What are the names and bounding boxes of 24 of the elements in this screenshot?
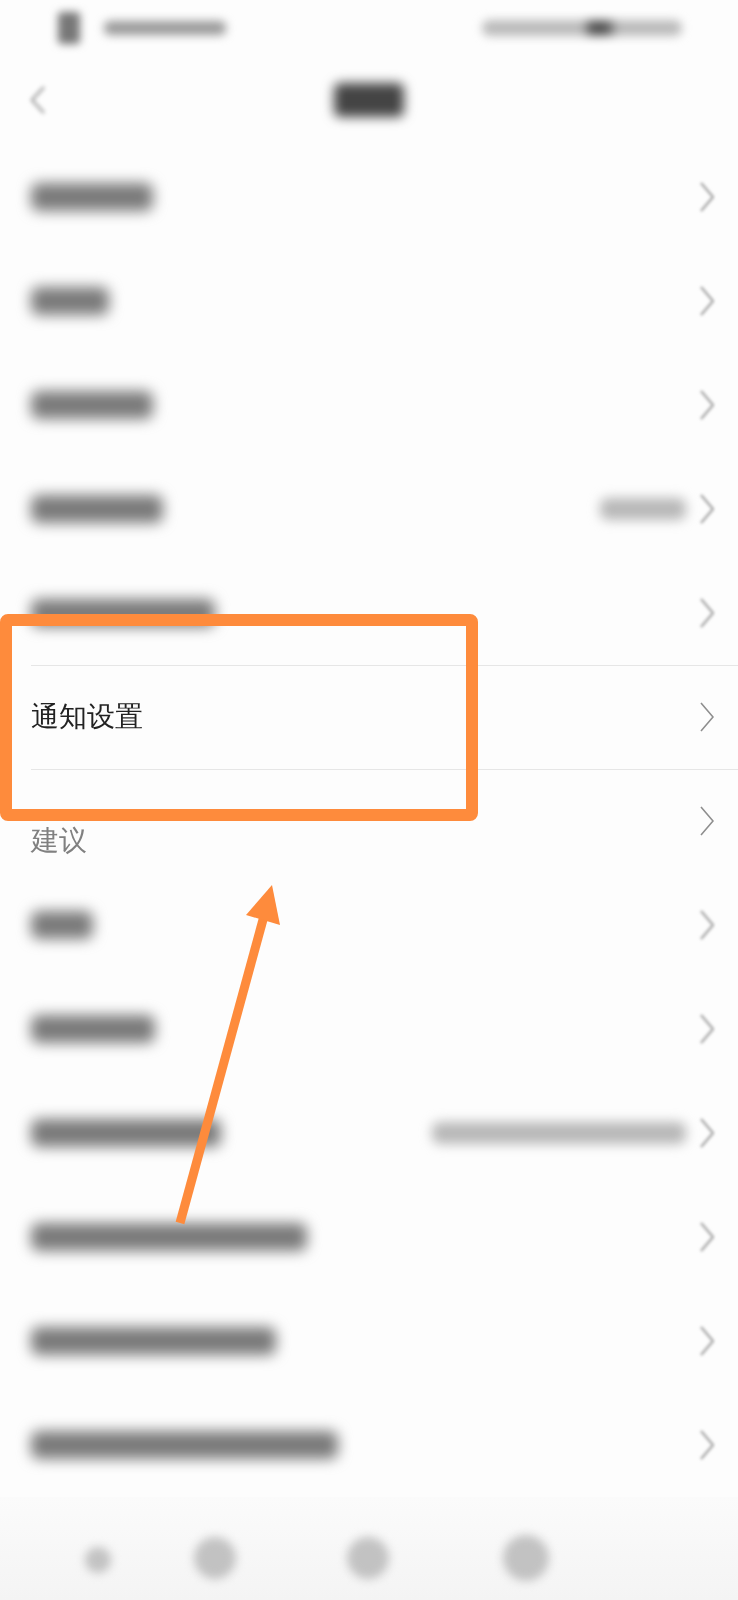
chevron-icon: [700, 1430, 714, 1460]
chevron-icon: [700, 390, 714, 420]
blurred-tab-icon[interactable]: [347, 1537, 389, 1579]
chevron-icon: [700, 494, 714, 524]
blurred-tab-icon[interactable]: [503, 1535, 549, 1581]
chevron-icon: [700, 1014, 714, 1044]
chevron-icon: [700, 286, 714, 316]
setting-label[interactable]: 建议: [31, 822, 87, 860]
blurred-status-icon: [482, 19, 682, 36]
chevron-icon: [700, 598, 714, 628]
chevron-icon: [700, 910, 714, 940]
blurred-label: [31, 911, 93, 939]
chevron-icon: [700, 806, 714, 836]
blurred-tab-icon[interactable]: [85, 1547, 111, 1573]
chevron-icon: [700, 1326, 714, 1356]
chevron-icon: [700, 1118, 714, 1148]
chevron-icon: [700, 182, 714, 212]
back-icon[interactable]: [30, 86, 46, 114]
chevron-icon: [700, 702, 714, 732]
blurred-tab-icon[interactable]: [194, 1537, 236, 1579]
blurred-title: [334, 83, 404, 117]
blurred-status-icon: [58, 11, 80, 44]
setting-label[interactable]: 通知设置: [31, 698, 143, 736]
chevron-icon: [700, 1222, 714, 1252]
